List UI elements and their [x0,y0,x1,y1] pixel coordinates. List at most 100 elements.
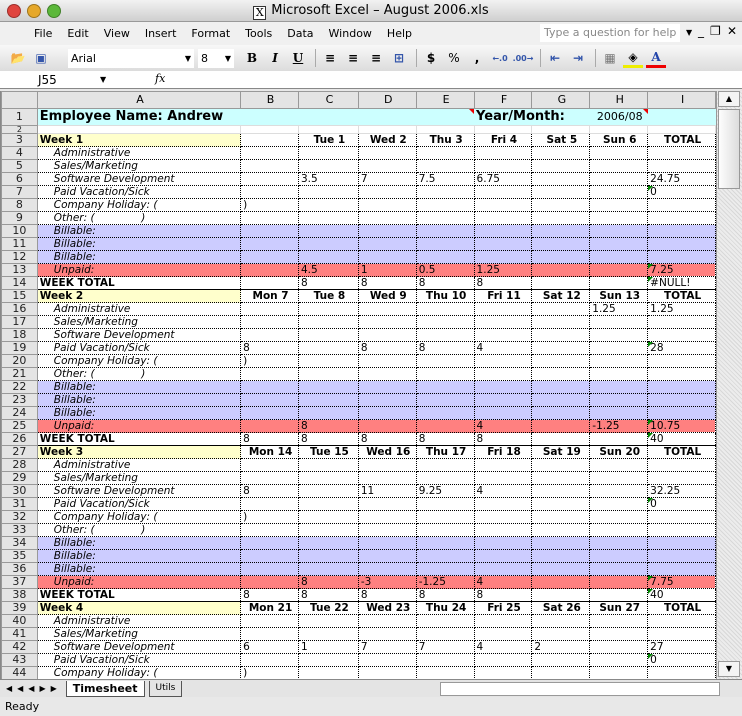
row-header[interactable]: 10 [1,224,38,238]
day-header[interactable]: TOTAL [647,601,716,615]
total-cell[interactable] [647,237,716,251]
hours-cell[interactable] [531,159,591,173]
day-header[interactable]: Wed 9 [358,289,417,303]
hours-cell[interactable] [531,172,591,186]
cell[interactable] [240,125,299,134]
category-label[interactable]: WEEK TOTAL [37,588,242,602]
hours-cell[interactable] [240,315,299,329]
total-cell[interactable] [647,198,716,212]
year-month-value[interactable]: 2006/08 [589,108,648,126]
day-header[interactable]: Fri 4 [474,133,533,147]
minimize-button[interactable] [27,4,41,18]
hours-cell[interactable] [240,159,299,173]
hours-cell[interactable] [589,367,649,381]
hours-cell[interactable] [298,380,359,394]
row-header[interactable]: 9 [1,211,38,225]
hours-cell[interactable]: 9.25 [416,484,475,498]
scroll-down-icon[interactable]: ▼ [718,661,740,677]
category-label[interactable]: Billable: [37,380,242,394]
hours-cell[interactable]: 4 [474,575,533,589]
hours-cell[interactable] [531,380,591,394]
hours-cell[interactable] [531,211,591,225]
day-header[interactable]: Sun 6 [589,133,649,147]
week-label[interactable]: Week 4 [37,601,242,615]
hours-cell[interactable] [358,302,417,316]
hours-cell[interactable] [589,354,649,368]
hours-cell[interactable] [531,328,591,342]
hours-cell[interactable] [416,315,475,329]
hours-cell[interactable]: 8 [358,341,417,355]
hours-cell[interactable] [298,536,359,550]
column-header-e[interactable]: E [415,91,475,109]
hours-cell[interactable] [298,328,359,342]
hours-cell[interactable] [298,302,359,316]
hours-cell[interactable] [358,510,417,524]
hours-cell[interactable] [531,146,591,160]
hours-cell[interactable] [416,224,475,238]
hours-cell[interactable] [531,237,591,251]
hours-cell[interactable] [416,198,475,212]
hours-cell[interactable]: -1.25 [416,575,475,589]
total-cell[interactable]: 7.25 [647,263,716,277]
hours-cell[interactable] [416,471,475,485]
hours-cell[interactable] [240,146,299,160]
hours-cell[interactable] [474,146,533,160]
column-header-b[interactable]: B [240,91,299,109]
category-label[interactable]: Billable: [37,224,242,238]
hours-cell[interactable] [531,224,591,238]
category-label[interactable]: Other: ( ) [37,367,242,381]
borders-icon[interactable]: ▦ [600,48,620,68]
row-header[interactable]: 18 [1,328,38,342]
hours-cell[interactable] [589,146,649,160]
decrease-decimal-icon[interactable]: .00→ [513,48,534,68]
spreadsheet-grid[interactable]: A B C D E F G H I 1 Employee Name: Andrew Year/Mont… [0,91,716,679]
category-label[interactable]: Administrative [37,458,242,472]
hours-cell[interactable]: 8 [298,575,359,589]
category-label[interactable]: Administrative [37,146,242,160]
scroll-up-icon[interactable]: ▲ [718,91,740,107]
employee-name-cell[interactable]: Employee Name: Andrew [37,108,475,126]
hours-cell[interactable]: 8 [358,432,417,446]
align-right-icon[interactable]: ≡ [366,48,386,68]
hours-cell[interactable] [531,458,591,472]
column-header-h[interactable]: H [589,91,649,109]
total-cell[interactable]: #NULL! [647,276,716,290]
hours-cell[interactable] [298,393,359,407]
hours-cell[interactable] [240,328,299,342]
insert-function-icon[interactable]: fx [155,72,165,85]
row-header[interactable]: 11 [1,237,38,251]
row-header[interactable]: 40 [1,614,38,628]
menu-view[interactable]: View [104,27,130,40]
hours-cell[interactable] [298,146,359,160]
day-header[interactable]: Wed 2 [358,133,417,147]
total-cell[interactable]: 32.25 [647,484,716,498]
total-cell[interactable] [647,250,716,264]
category-label[interactable]: Billable: [37,393,242,407]
row-header[interactable]: 15 [1,289,38,303]
hours-cell[interactable]: 3.5 [298,172,359,186]
hours-cell[interactable]: 1 [298,640,359,654]
year-month-label[interactable]: Year/Month: [474,108,590,126]
hours-cell[interactable] [358,627,417,641]
hours-cell[interactable] [531,367,591,381]
row-header[interactable]: 31 [1,497,38,511]
row-header[interactable]: 27 [1,445,38,459]
day-header[interactable]: Wed 16 [358,445,417,459]
hours-cell[interactable] [474,497,533,511]
row-header[interactable]: 4 [1,146,38,160]
hours-cell[interactable] [298,614,359,628]
hours-cell[interactable]: 8 [416,276,475,290]
hours-cell[interactable] [358,523,417,537]
hours-cell[interactable] [531,562,591,576]
category-label[interactable]: Paid Vacation/Sick [37,185,242,199]
horizontal-scrollbar[interactable] [440,682,720,696]
category-label[interactable]: Software Development [37,640,242,654]
row-header[interactable]: 39 [1,601,38,615]
hours-cell[interactable] [589,510,649,524]
hours-cell[interactable] [358,250,417,264]
hours-cell[interactable] [474,549,533,563]
category-label[interactable]: Other: ( ) [37,211,242,225]
hours-cell[interactable] [358,471,417,485]
hours-cell[interactable]: 8 [416,432,475,446]
hours-cell[interactable] [298,224,359,238]
